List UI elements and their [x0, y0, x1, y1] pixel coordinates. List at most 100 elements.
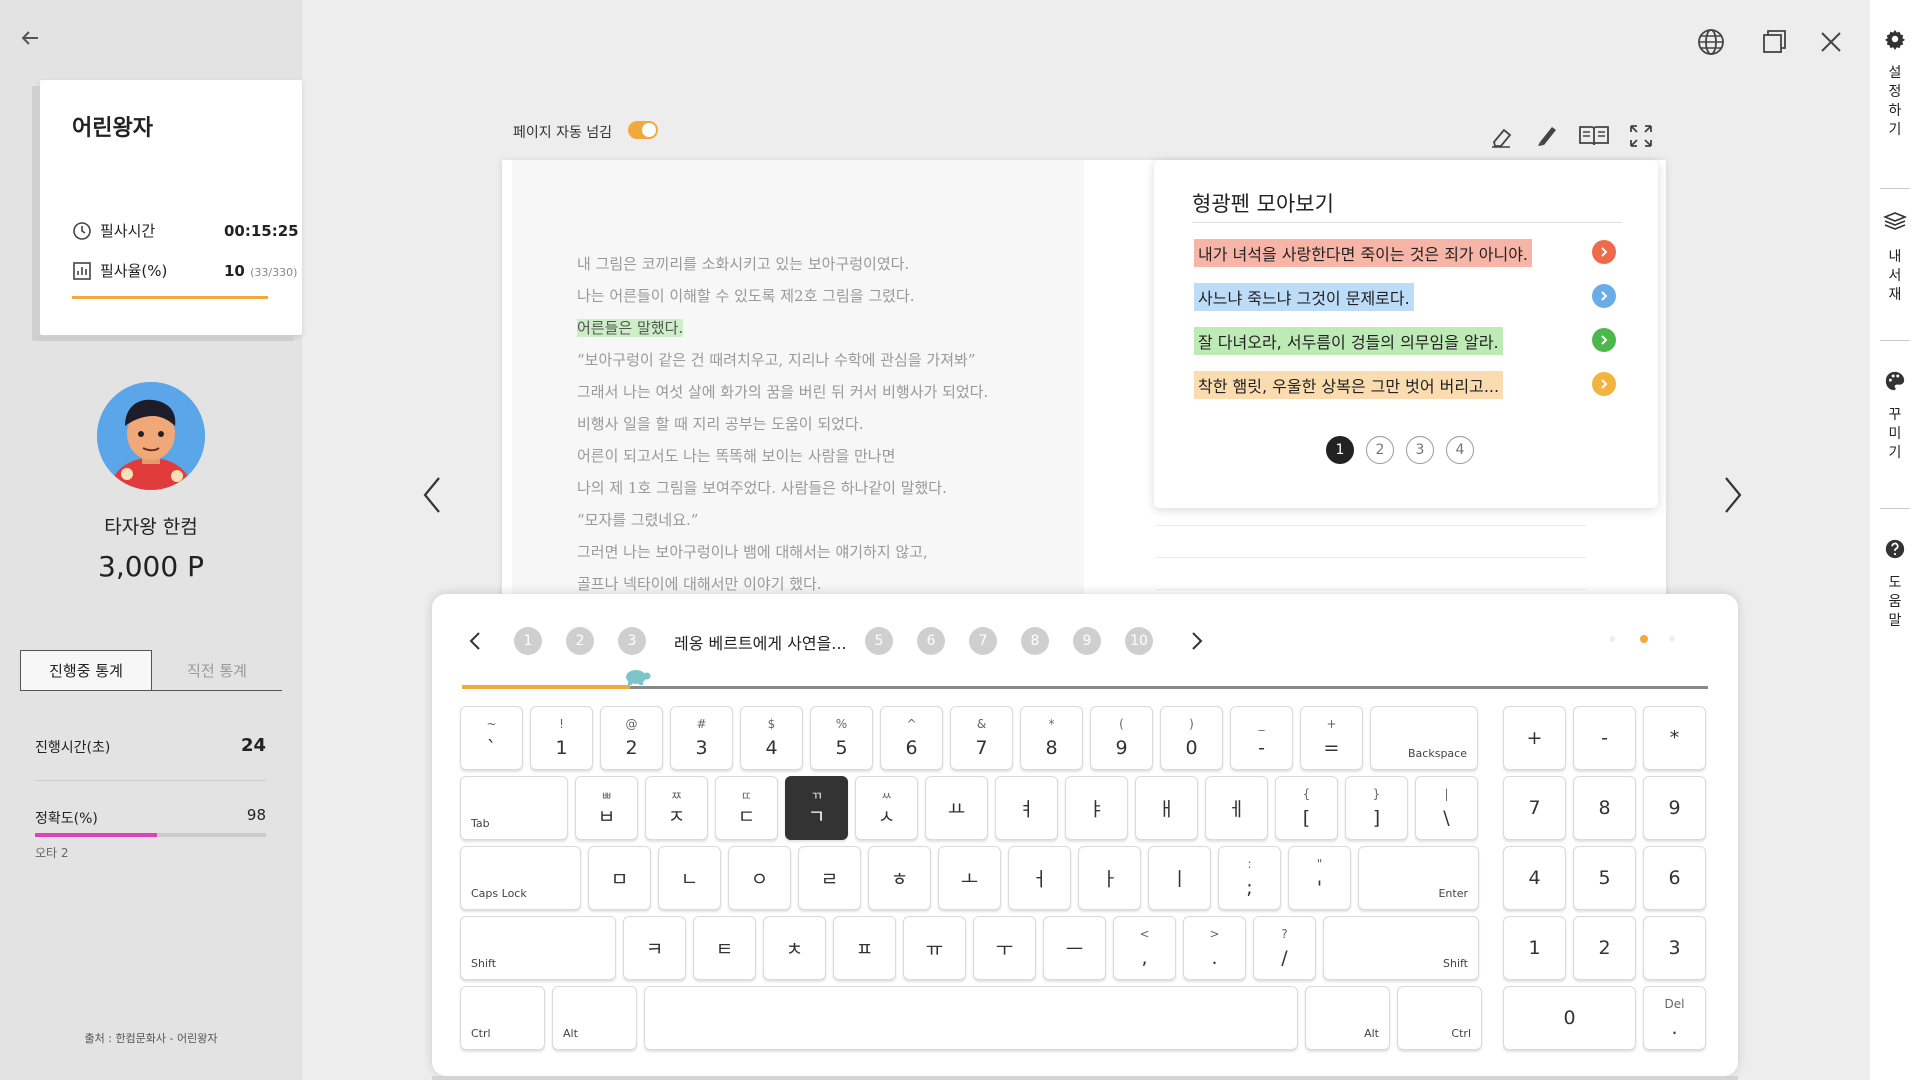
numpad-key-0[interactable]: 0: [1503, 986, 1636, 1050]
key-ㅛ[interactable]: ㅛ: [925, 776, 988, 840]
enter-key[interactable]: Enter: [1358, 846, 1479, 910]
key-ㅅ[interactable]: ㅆㅅ: [855, 776, 918, 840]
key-ㅠ[interactable]: ㅠ: [903, 916, 966, 980]
highlighter-icon[interactable]: [1530, 122, 1560, 150]
rail-item-settings[interactable]: 설정하기: [1870, 28, 1920, 140]
numpad-key-7[interactable]: 7: [1503, 776, 1566, 840]
prev-sentence-arrow-icon[interactable]: [466, 629, 486, 653]
shift-key[interactable]: Shift: [1323, 916, 1479, 980]
key-ㅔ[interactable]: ㅔ: [1205, 776, 1268, 840]
key-/[interactable]: ? /: [1253, 916, 1316, 980]
key-ㅎ[interactable]: ㅎ: [868, 846, 931, 910]
ctrl-key[interactable]: Ctrl: [460, 986, 545, 1050]
key-ㅁ[interactable]: ㅁ: [588, 846, 651, 910]
rail-item-help[interactable]: 도움말: [1870, 538, 1920, 631]
sentence-number[interactable]: 2: [566, 627, 594, 655]
key-ㅐ[interactable]: ㅐ: [1135, 776, 1198, 840]
alt-key[interactable]: Alt: [1305, 986, 1390, 1050]
key-'[interactable]: " ': [1288, 846, 1351, 910]
key-ㅡ[interactable]: ㅡ: [1043, 916, 1106, 980]
caps-lock-key[interactable]: Caps Lock: [460, 846, 581, 910]
sentence-number[interactable]: 5: [865, 627, 893, 655]
numpad-key-2[interactable]: 2: [1573, 916, 1636, 980]
key-7[interactable]: & 7: [950, 706, 1013, 770]
key-4[interactable]: $4: [740, 706, 803, 770]
go-to-highlight-icon[interactable]: [1592, 328, 1616, 352]
eraser-icon[interactable]: [1486, 122, 1516, 150]
shift-key[interactable]: Shift: [460, 916, 616, 980]
highlight-item[interactable]: 내가 녀석을 사랑한다면 죽이는 것은 죄가 아니야.: [1194, 239, 1533, 267]
sentence-number[interactable]: 3: [618, 627, 646, 655]
sentence-number[interactable]: 8: [1021, 627, 1049, 655]
language-globe-icon[interactable]: [1695, 26, 1727, 58]
key-ㅊ[interactable]: ㅊ: [763, 916, 826, 980]
go-to-highlight-icon[interactable]: [1592, 372, 1616, 396]
numpad-key-5[interactable]: 5: [1573, 846, 1636, 910]
display-dots-icon[interactable]: [1610, 634, 1675, 648]
key-ㅋ[interactable]: ㅋ: [623, 916, 686, 980]
key-][interactable]: }]: [1345, 776, 1408, 840]
auto-flip-toggle[interactable]: [628, 121, 658, 139]
sentence-number[interactable]: 9: [1073, 627, 1101, 655]
key-ㅕ[interactable]: ㅕ: [995, 776, 1058, 840]
key-ㅍ[interactable]: ㅍ: [833, 916, 896, 980]
numpad-key-9[interactable]: 9: [1643, 776, 1706, 840]
key-ㅇ[interactable]: ㅇ: [728, 846, 791, 910]
highlight-page-4[interactable]: 4: [1446, 436, 1474, 464]
highlight-item[interactable]: 사느냐 죽느냐 그것이 문제로다.: [1194, 283, 1414, 311]
key-ㄹ[interactable]: ㄹ: [798, 846, 861, 910]
ctrl-key[interactable]: Ctrl: [1397, 986, 1482, 1050]
back-arrow-icon[interactable]: [18, 26, 42, 50]
key-=[interactable]: + =: [1300, 706, 1363, 770]
fullscreen-icon[interactable]: [1626, 122, 1656, 150]
window-restore-icon[interactable]: [1758, 26, 1790, 58]
rail-item-library[interactable]: 내서재: [1870, 210, 1920, 305]
sentence-number[interactable]: 7: [969, 627, 997, 655]
key-[[interactable]: {[: [1275, 776, 1338, 840]
key-ㅌ[interactable]: ㅌ: [693, 916, 756, 980]
numpad-del-key[interactable]: Del.: [1643, 986, 1706, 1050]
rail-item-decorate[interactable]: 꾸미기: [1870, 370, 1920, 463]
key-5[interactable]: % 5: [810, 706, 873, 770]
key-ㅑ[interactable]: ㅑ: [1065, 776, 1128, 840]
key-ㄱ[interactable]: ㄲㄱ: [785, 776, 848, 840]
key-;[interactable]: :;: [1218, 846, 1281, 910]
numpad-key-+[interactable]: +: [1503, 706, 1566, 770]
next-sentence-arrow-icon[interactable]: [1186, 629, 1206, 653]
key-.[interactable]: >.: [1183, 916, 1246, 980]
highlight-page-2[interactable]: 2: [1366, 436, 1394, 464]
numpad-key-*[interactable]: *: [1643, 706, 1706, 770]
key-6[interactable]: ^ 6: [880, 706, 943, 770]
alt-key[interactable]: Alt: [552, 986, 637, 1050]
tab-key[interactable]: Tab: [460, 776, 568, 840]
numpad-key-6[interactable]: 6: [1643, 846, 1706, 910]
key-\[interactable]: | \: [1415, 776, 1478, 840]
highlight-page-3[interactable]: 3: [1406, 436, 1434, 464]
book-view-icon[interactable]: [1578, 122, 1609, 150]
highlight-item[interactable]: 잘 다녀오라, 서두름이 겅들의 의무임을 알라.: [1194, 327, 1503, 355]
numpad-key-4[interactable]: 4: [1503, 846, 1566, 910]
key-`[interactable]: ~ `: [460, 706, 523, 770]
key-ㅣ[interactable]: ㅣ: [1148, 846, 1211, 910]
numpad-key--[interactable]: -: [1573, 706, 1636, 770]
key-3[interactable]: #3: [670, 706, 733, 770]
key--[interactable]: _ -: [1230, 706, 1293, 770]
key-0[interactable]: ) 0: [1160, 706, 1223, 770]
sentence-number[interactable]: 10: [1125, 627, 1153, 655]
key-1[interactable]: ! 1: [530, 706, 593, 770]
go-to-highlight-icon[interactable]: [1592, 240, 1616, 264]
sentence-number[interactable]: 1: [514, 627, 542, 655]
go-to-highlight-icon[interactable]: [1592, 284, 1616, 308]
prev-page-arrow-icon[interactable]: [417, 470, 447, 520]
backspace-key[interactable]: Backspace: [1370, 706, 1478, 770]
key-ㅜ[interactable]: ㅜ: [973, 916, 1036, 980]
key-ㅈ[interactable]: ㅉㅈ: [645, 776, 708, 840]
tab-previous-stats[interactable]: 직전 통계: [152, 650, 282, 690]
close-icon[interactable]: [1815, 26, 1847, 58]
current-sentence[interactable]: 레옹 베르트에게 사연을...: [674, 630, 847, 654]
key-ㄷ[interactable]: ㄸㄷ: [715, 776, 778, 840]
key-2[interactable]: @2: [600, 706, 663, 770]
key-8[interactable]: * 8: [1020, 706, 1083, 770]
numpad-key-8[interactable]: 8: [1573, 776, 1636, 840]
key-ㅂ[interactable]: ㅃㅂ: [575, 776, 638, 840]
